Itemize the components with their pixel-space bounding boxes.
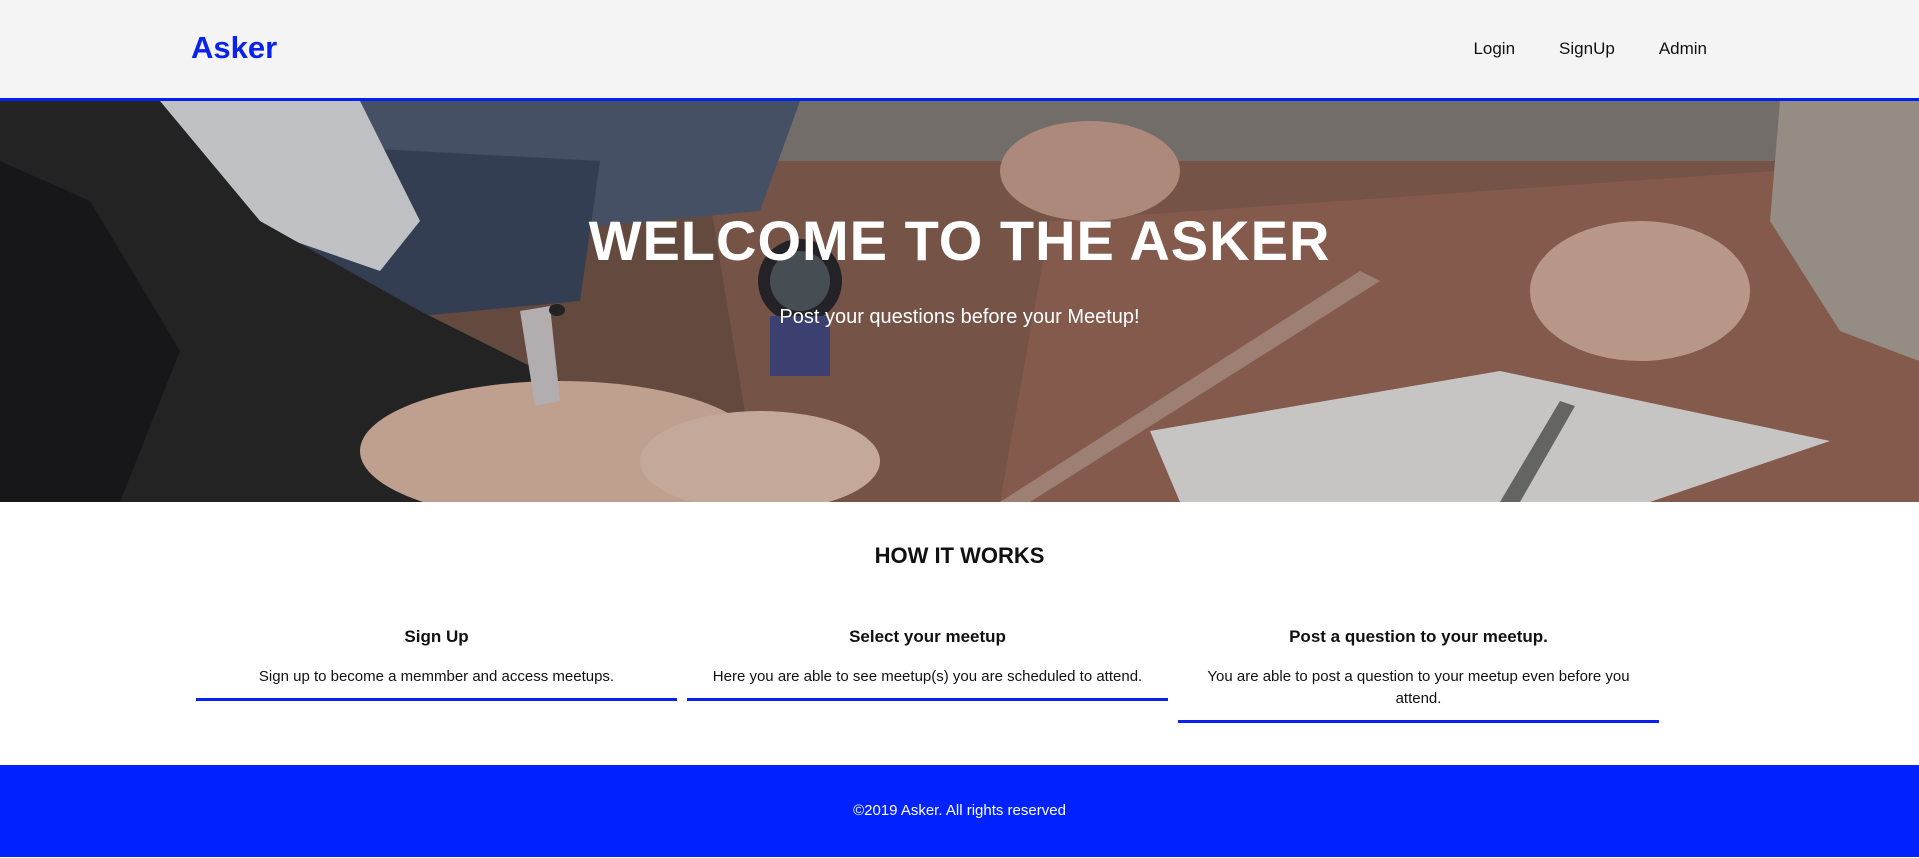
- feature-card-post-question: Post a question to your meetup. You are …: [1178, 628, 1659, 723]
- hero-subtitle: Post your questions before your Meetup!: [779, 306, 1140, 328]
- feature-card-sign-up: Sign Up Sign up to become a memmber and …: [196, 628, 677, 701]
- feature-card-select-meetup: Select your meetup Here you are able to …: [687, 628, 1168, 701]
- hero-banner: WELCOME TO THE ASKER Post your questions…: [0, 101, 1919, 502]
- feature-card-text: Sign up to become a memmber and access m…: [258, 668, 615, 685]
- hero-overlay: [0, 101, 1919, 502]
- nav-signup-link[interactable]: SignUp: [1559, 40, 1615, 57]
- main-nav: Login SignUp Admin: [1473, 40, 1707, 57]
- feature-card-text: Here you are able to see meetup(s) you a…: [712, 668, 1143, 685]
- hero-title: WELCOME TO THE ASKER: [588, 209, 1331, 272]
- nav-login-link[interactable]: Login: [1473, 40, 1515, 57]
- copyright-text: ©2019 Asker. All rights reserved: [853, 802, 1066, 819]
- logo-link[interactable]: Asker: [191, 32, 277, 63]
- site-footer: ©2019 Asker. All rights reserved: [0, 765, 1919, 857]
- feature-card-title: Post a question to your meetup.: [1289, 627, 1548, 646]
- site-header: Asker Login SignUp Admin: [0, 0, 1919, 101]
- how-it-works-heading: HOW IT WORKS: [874, 543, 1045, 568]
- feature-card-title: Select your meetup: [849, 627, 1006, 646]
- feature-card-title: Sign Up: [404, 627, 469, 646]
- feature-card-text: You are able to post a question to your …: [1207, 668, 1630, 707]
- nav-admin-link[interactable]: Admin: [1659, 40, 1707, 57]
